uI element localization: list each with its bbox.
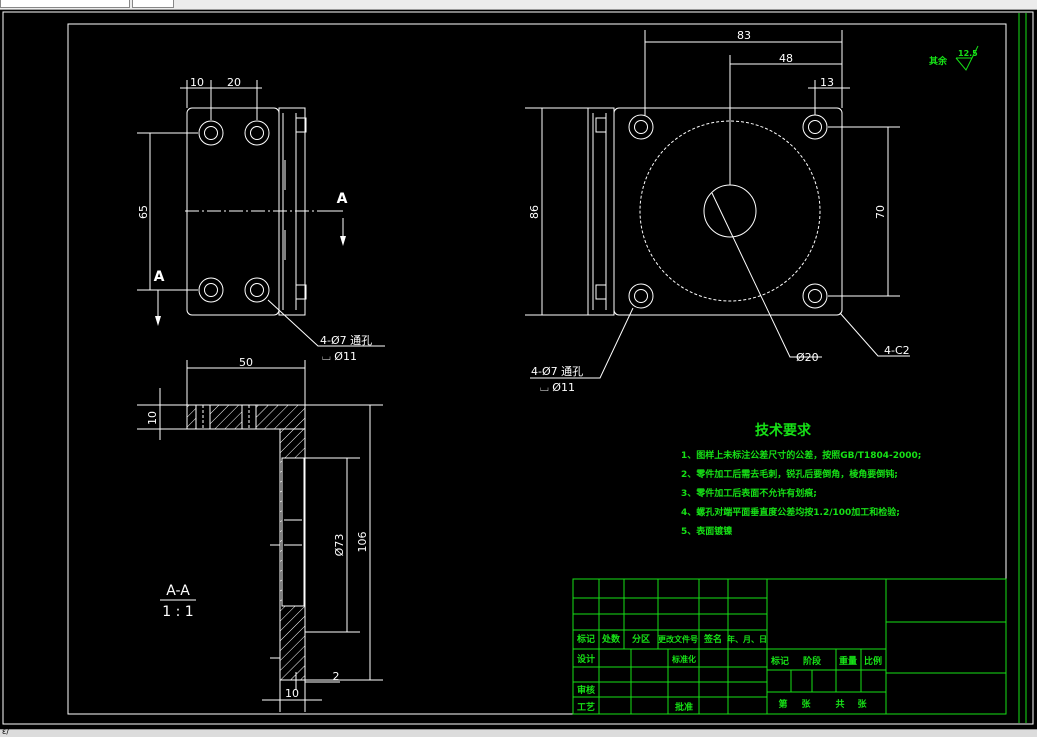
dim-dia-20: Ø20 [796, 351, 819, 364]
title-block-stage-mark: 标记 [770, 655, 789, 667]
dim-86: 86 [528, 205, 541, 219]
right-side-view [525, 30, 910, 379]
section-mark-a-bottom: A [154, 269, 165, 285]
dim-10-thickness: 10 [146, 411, 159, 425]
title-block-total-label: 张 [857, 698, 867, 710]
dim-dia-73: Ø73 [333, 534, 346, 557]
title-block-approve: 批准 [675, 701, 693, 713]
dim-50: 50 [239, 356, 253, 369]
tech-requirement-item: 4、螺孔对端平面垂直度公差均按1.2/100加工和检验; [681, 506, 900, 518]
title-block-header-count: 处数 [601, 633, 621, 645]
hole-callout-right: 4-Ø7 通孔 [531, 365, 583, 378]
dim-65: 65 [137, 205, 150, 219]
title-block-standardize: 标准化 [671, 654, 696, 664]
title-block-sheet-label: 张 [801, 698, 811, 710]
title-block-header-mark: 标记 [576, 633, 595, 645]
section-view-scale: 1 : 1 [162, 604, 193, 620]
hole-callout-right-counterbore: ⌴ Ø11 [540, 381, 575, 394]
section-view-name: A-A [166, 583, 190, 599]
dim-20: 20 [227, 76, 241, 89]
title-block-sheet-no: 第 [778, 698, 787, 710]
title-block-design: 设计 [577, 653, 595, 665]
section-view-a-a [137, 360, 383, 712]
dim-106: 106 [356, 532, 369, 553]
title-block-header-doc: 更改文件号 [658, 634, 698, 644]
tech-requirement-item: 3、零件加工后表面不允许有划痕; [681, 487, 817, 499]
title-block [572, 578, 1007, 715]
title-block-weight: 重量 [839, 655, 857, 667]
chamfer-callout: 4-C2 [884, 344, 910, 357]
title-block-header-date: 年、月、日 [727, 634, 767, 644]
hole-callout-left: 4-Ø7 通孔 [320, 334, 372, 347]
title-block-stage: 阶段 [803, 655, 822, 667]
dim-2: 2 [333, 670, 340, 683]
dim-13: 13 [820, 76, 834, 89]
section-mark-a-top: A [337, 191, 348, 207]
tech-requirements-title: 技术要求 [755, 422, 812, 439]
status-text: ɛ/ [2, 727, 10, 736]
title-block-review: 审核 [577, 684, 595, 696]
tech-requirement-item: 1、图样上未标注公差尺寸的公差，按照GB/T1804-2000; [681, 449, 921, 461]
dim-70: 70 [874, 205, 887, 219]
title-block-scale: 比例 [864, 655, 882, 667]
cad-drawing-canvas[interactable]: 10 20 65 A A 4-Ø7 通孔 ⌴ Ø11 83 48 13 86 7… [0, 0, 1037, 736]
title-block-total: 共 [835, 698, 844, 710]
drawing-outer-frame [2, 11, 1034, 725]
title-block-header-sign: 签名 [703, 633, 722, 645]
surface-finish-label: 其余 [929, 55, 948, 67]
dim-10: 10 [190, 76, 204, 89]
dim-48: 48 [779, 52, 793, 65]
surface-finish-value: 12.5 [958, 49, 978, 58]
title-block-process: 工艺 [577, 701, 595, 713]
tech-requirement-item: 2、零件加工后需去毛刺，锐孔后要倒角，棱角要倒钝; [681, 468, 898, 480]
tech-requirement-item: 5、表面镀镍 [681, 525, 732, 537]
hole-callout-left-counterbore: ⌴ Ø11 [322, 350, 357, 363]
dim-83: 83 [737, 29, 751, 42]
dim-10-wall: 10 [285, 687, 299, 700]
title-block-header-zone: 分区 [632, 633, 650, 645]
left-front-view [137, 80, 385, 347]
